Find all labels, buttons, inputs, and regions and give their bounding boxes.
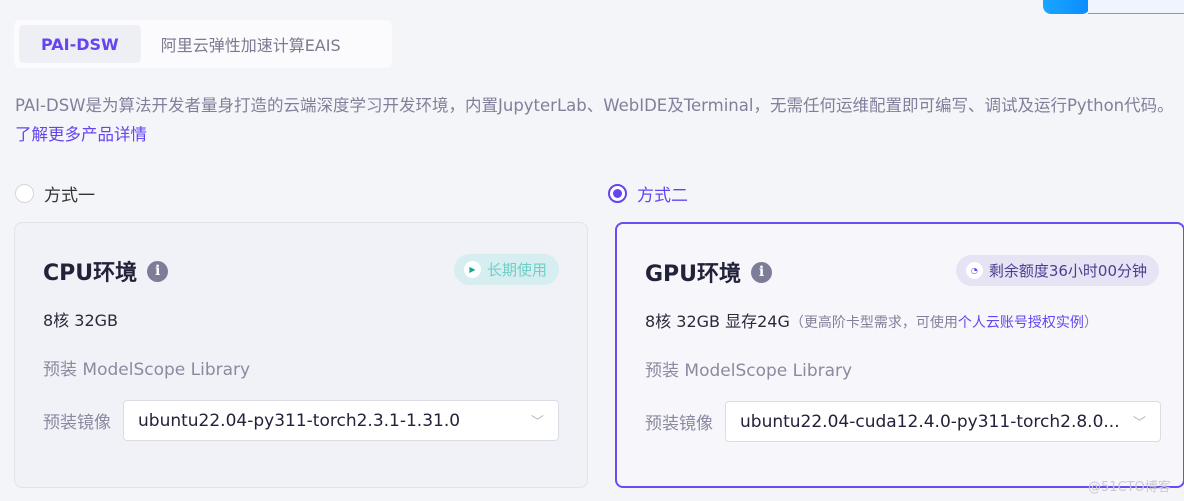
spec-text: 8核 32GB <box>43 311 119 330</box>
gpu-env-card[interactable]: GPU环境 i ◔ 剩余额度36小时00分钟 8核 32GB 显存24G（更高阶卡型… <box>615 222 1184 488</box>
image-row: 预装镜像 ubuntu22.04-py311-torch2.3.1-1.31.0… <box>43 400 559 441</box>
card-title: CPU环境 i <box>43 255 169 287</box>
radio-label: 方式二 <box>637 186 688 206</box>
play-icon: ▶ <box>463 261 481 278</box>
image-value: ubuntu22.04-cuda12.4.0-py311-torch2.8.0.… <box>740 411 1120 432</box>
tab-eais[interactable]: 阿里云弹性加速计算EAIS <box>141 25 361 63</box>
chevron-down-icon: ﹀ <box>1132 416 1146 431</box>
product-description: PAI-DSW是为算法开发者量身打造的云端深度学习开发环境，内置JupyterL… <box>15 91 1175 149</box>
cpu-env-card[interactable]: CPU环境 i ▶ 长期使用 8核 32GB 预装 ModelScope Libra… <box>14 222 588 488</box>
image-select[interactable]: ubuntu22.04-py311-torch2.3.1-1.31.0 ﹀ <box>123 400 559 441</box>
image-label: 预装镜像 <box>645 414 713 434</box>
usage-badge: ▶ 长期使用 <box>453 254 559 285</box>
image-select[interactable]: ubuntu22.04-cuda12.4.0-py311-torch2.8.0.… <box>725 401 1161 442</box>
radio-option-2[interactable]: 方式二 <box>608 181 688 206</box>
note-end: ） <box>1083 315 1098 331</box>
spec-text: 8核 32GB 显存24G（更高阶卡型需求，可使用个人云账号授权实例） <box>645 308 1098 332</box>
card-title-text: CPU环境 <box>43 261 138 286</box>
note-text: （更高阶卡型需求，可使用 <box>789 315 958 331</box>
spec-value: 8核 32GB 显存24G <box>645 312 790 331</box>
card-title: GPU环境 i <box>645 256 773 288</box>
top-bar-fragment <box>1088 0 1184 14</box>
badge-text: 剩余额度36小时00分钟 <box>988 262 1147 280</box>
spec-note: （更高阶卡型需求，可使用个人云账号授权实例） <box>790 315 1098 331</box>
badge-text: 长期使用 <box>486 261 547 279</box>
library-text: 预装 ModelScope Library <box>645 361 853 381</box>
image-label: 预装镜像 <box>43 413 111 433</box>
product-tabs: PAI-DSW 阿里云弹性加速计算EAIS <box>14 20 392 68</box>
quota-badge: ◔ 剩余额度36小时00分钟 <box>955 255 1159 286</box>
chevron-down-icon: ﹀ <box>530 415 544 430</box>
image-row: 预装镜像 ubuntu22.04-cuda12.4.0-py311-torch2… <box>645 401 1161 442</box>
radio-circle-selected[interactable] <box>608 184 627 203</box>
radio-circle[interactable] <box>15 184 34 203</box>
radio-option-1[interactable]: 方式一 <box>15 181 95 206</box>
top-blue-button[interactable] <box>1043 0 1090 14</box>
tab-pai-dsw[interactable]: PAI-DSW <box>19 25 141 63</box>
clock-icon: ◔ <box>965 262 983 279</box>
library-text: 预装 ModelScope Library <box>43 360 251 380</box>
personal-account-link[interactable]: 个人云账号授权实例 <box>958 315 1084 331</box>
watermark: @51CTO博客 <box>1088 480 1171 495</box>
radio-label: 方式一 <box>44 186 95 206</box>
description-text: PAI-DSW是为算法开发者量身打造的云端深度学习开发环境，内置JupyterL… <box>15 96 1174 115</box>
info-icon[interactable]: i <box>751 261 773 283</box>
image-value: ubuntu22.04-py311-torch2.3.1-1.31.0 <box>138 410 461 431</box>
learn-more-link[interactable]: 了解更多产品详情 <box>15 125 147 144</box>
info-icon[interactable]: i <box>147 260 169 282</box>
card-title-text: GPU环境 <box>645 262 742 287</box>
